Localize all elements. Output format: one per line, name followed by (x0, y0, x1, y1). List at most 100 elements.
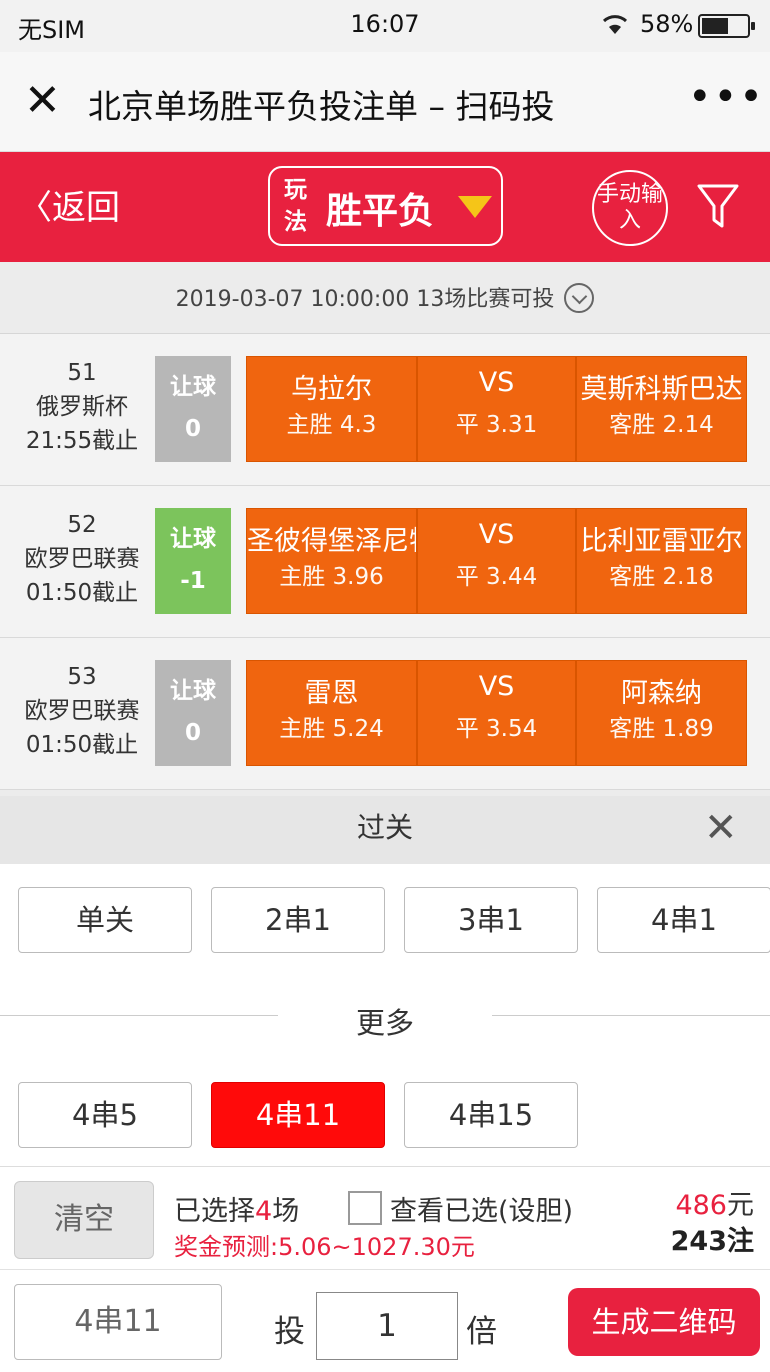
match-row: 51 俄罗斯杯 21:55截止 让球 0 乌拉尔 主胜 4.3 VS 平 3.3… (0, 334, 770, 486)
home-win-option[interactable]: 圣彼得堡泽尼特 主胜 3.96 (246, 508, 417, 614)
close-panel-icon[interactable]: ✕ (704, 796, 738, 860)
draw-option[interactable]: VS 平 3.44 (417, 508, 576, 614)
draw-option[interactable]: VS 平 3.31 (417, 356, 576, 462)
view-selected-checkbox[interactable] (348, 1191, 382, 1225)
battery-icon (698, 14, 755, 38)
away-odds: 客胜 2.18 (609, 564, 714, 590)
more-menu-icon[interactable]: ••• (688, 74, 765, 120)
match-meta: 53 欧罗巴联赛 01:50截止 (0, 660, 164, 762)
play-name: 胜平负 (326, 191, 435, 232)
away-win-option[interactable]: 莫斯科斯巴达 客胜 2.14 (576, 356, 747, 462)
bet-count: 243注 (670, 1226, 754, 1257)
bet-summary: 清空 已选择4场 查看已选(设胆) 奖金预测:5.06~1027.30元 486… (0, 1166, 770, 1269)
more-divider: 更多 (0, 1002, 770, 1040)
parlay-panel-header: 过关 ✕ (0, 796, 770, 864)
parlay-more-option-selected[interactable]: 4串11 (211, 1082, 385, 1148)
play-tag: 玩法 (284, 177, 307, 235)
clear-button[interactable]: 清空 (14, 1181, 154, 1259)
parlay-option[interactable]: 单关 (18, 887, 192, 953)
away-team: 莫斯科斯巴达 (580, 374, 743, 405)
back-label: 返回 (52, 188, 120, 228)
away-win-option[interactable]: 比利亚雷亚尔 客胜 2.18 (576, 508, 747, 614)
generate-qrcode-button[interactable]: 生成二维码 (568, 1288, 760, 1356)
handicap-value: 0 (184, 720, 201, 746)
amount-unit: 元 (727, 1190, 754, 1221)
bottom-bar: 4串11 投 1 倍 生成二维码 (0, 1269, 770, 1372)
match-row: 52 欧罗巴联赛 01:50截止 让球 -1 圣彼得堡泽尼特 主胜 3.96 V… (0, 486, 770, 638)
play-type-selector[interactable]: 玩法 胜平负 (268, 166, 503, 246)
away-odds: 客胜 1.89 (609, 716, 714, 742)
draw-option[interactable]: VS 平 3.54 (417, 660, 576, 766)
away-win-option[interactable]: 阿森纳 客胜 1.89 (576, 660, 747, 766)
match-number: 52 (67, 512, 97, 538)
home-team: 雷恩 (304, 678, 359, 709)
away-team: 比利亚雷亚尔 (580, 526, 743, 557)
match-league: 欧罗巴联赛 (24, 546, 140, 572)
selected-prefix: 已选择 (174, 1196, 255, 1227)
filter-icon[interactable] (696, 182, 740, 232)
match-league: 俄罗斯杯 (36, 394, 128, 420)
home-odds: 主胜 3.96 (279, 564, 384, 590)
draw-odds: 平 3.44 (455, 564, 538, 590)
parlay-option[interactable]: 3串1 (404, 887, 578, 953)
total-amount: 486元 (675, 1183, 754, 1222)
match-meta: 51 俄罗斯杯 21:55截止 (0, 356, 164, 458)
handicap-badge: 让球 0 (155, 356, 231, 462)
match-row: 53 欧罗巴联赛 01:50截止 让球 0 雷恩 主胜 5.24 VS 平 3.… (0, 638, 770, 790)
close-icon[interactable]: ✕ (24, 76, 61, 126)
parlay-more-option[interactable]: 4串15 (404, 1082, 578, 1148)
view-selected-label[interactable]: 查看已选(设胆) (390, 1189, 573, 1228)
vs-label: VS (478, 671, 515, 702)
multiplier-input[interactable]: 1 (316, 1292, 458, 1360)
match-deadline: 01:50截止 (25, 732, 139, 758)
chevron-down-icon[interactable] (564, 283, 595, 313)
match-league: 欧罗巴联赛 (24, 698, 140, 724)
away-team: 阿森纳 (621, 678, 702, 709)
handicap-value: 0 (184, 416, 201, 442)
dropdown-triangle-icon (458, 196, 492, 218)
prize-forecast: 奖金预测:5.06~1027.30元 (174, 1233, 475, 1261)
page-title: 北京单场胜平负投注单 – 扫码投 (88, 87, 555, 126)
handicap-badge: 让球 0 (155, 660, 231, 766)
more-label: 更多 (355, 1006, 414, 1040)
handicap-label: 让球 (170, 526, 216, 552)
bei-label: 倍 (466, 1314, 497, 1350)
vs-label: VS (478, 367, 515, 398)
toolbar: 〈返回 玩法 胜平负 手动输入 (0, 152, 770, 262)
handicap-label: 让球 (170, 678, 216, 704)
amount-value: 486 (675, 1190, 727, 1221)
home-team: 乌拉尔 (291, 374, 372, 405)
selected-count-text: 已选择4场 (174, 1189, 299, 1228)
wifi-icon (600, 10, 630, 42)
match-info-text: 2019-03-07 10:00:00 13场比赛可投 (175, 287, 555, 312)
handicap-label: 让球 (170, 374, 216, 400)
match-deadline: 21:55截止 (25, 428, 139, 454)
handicap-value: -1 (180, 568, 206, 594)
away-odds: 客胜 2.14 (609, 412, 714, 438)
match-meta: 52 欧罗巴联赛 01:50截止 (0, 508, 164, 610)
chevron-left-icon: 〈 (18, 188, 52, 228)
home-odds: 主胜 5.24 (279, 716, 384, 742)
parlay-option[interactable]: 2串1 (211, 887, 385, 953)
match-number: 51 (67, 360, 97, 386)
parlay-more-option[interactable]: 4串5 (18, 1082, 192, 1148)
match-number: 53 (67, 664, 97, 690)
home-win-option[interactable]: 雷恩 主胜 5.24 (246, 660, 417, 766)
divider-line (492, 1015, 770, 1016)
match-info-bar[interactable]: 2019-03-07 10:00:00 13场比赛可投 (0, 262, 770, 334)
status-bar: 无SIM 16:07 58% (0, 0, 770, 52)
selected-count: 4 (255, 1196, 273, 1227)
parlay-option[interactable]: 4串1 (597, 887, 770, 953)
back-button[interactable]: 〈返回 (18, 180, 120, 229)
tou-label: 投 (274, 1314, 305, 1350)
vs-label: VS (478, 519, 515, 550)
manual-input-button[interactable]: 手动输入 (592, 170, 668, 246)
match-deadline: 01:50截止 (25, 580, 139, 606)
draw-odds: 平 3.31 (455, 412, 538, 438)
home-team: 圣彼得堡泽尼特 (247, 526, 416, 557)
home-win-option[interactable]: 乌拉尔 主胜 4.3 (246, 356, 417, 462)
draw-odds: 平 3.54 (455, 716, 538, 742)
handicap-badge: 让球 -1 (155, 508, 231, 614)
home-odds: 主胜 4.3 (286, 412, 377, 438)
parlay-type-display[interactable]: 4串11 (14, 1284, 222, 1360)
